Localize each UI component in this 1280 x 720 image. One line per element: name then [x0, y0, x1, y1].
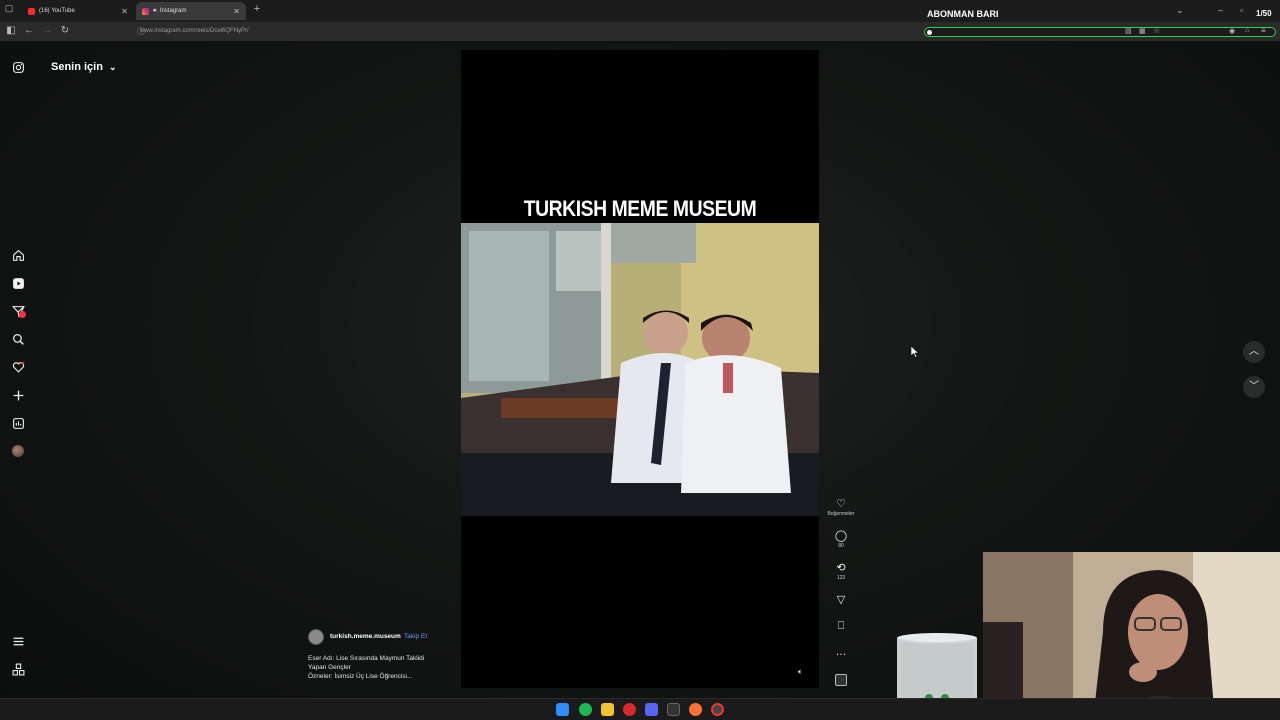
subscriber-bar-title: ABONMAN BARI [927, 9, 999, 19]
repost-button[interactable]: ⟲ 123 [832, 562, 850, 581]
url-field[interactable]: www.instagram.com/reels/Dcel6QFNyPr/ [140, 28, 249, 34]
separator-dot: • [397, 633, 400, 640]
reels-icon[interactable] [11, 277, 25, 291]
author-avatar[interactable] [308, 629, 324, 645]
heart-icon: ♡ [836, 498, 846, 510]
more-menu-icon[interactable] [11, 635, 25, 649]
search-icon[interactable] [11, 333, 25, 347]
messages-icon[interactable] [11, 305, 26, 319]
reader-icon[interactable]: ▤ [1125, 27, 1132, 35]
close-icon[interactable]: ✕ [233, 7, 240, 16]
opera-icon[interactable] [623, 703, 636, 716]
progress-fill [927, 29, 932, 35]
more-options-button[interactable]: … [832, 646, 850, 658]
audio-thumbnail-icon [835, 674, 847, 686]
subscriber-counter: 1/50 [1256, 9, 1272, 18]
restore-icon[interactable]: ▫ [1240, 5, 1243, 15]
feed-title: Senin için [51, 61, 103, 73]
sidebar-toggle-icon[interactable]: ▢ [2, 3, 16, 14]
firefox-icon[interactable] [689, 703, 702, 716]
browser-tab-bar: ▢ (16) YouTube ✕ 🔊︎ Instagram ✕ + ⌄ – ▫ [0, 0, 1280, 22]
instagram-favicon-icon [142, 7, 149, 15]
notifications-heart-icon[interactable] [11, 361, 25, 375]
comment-button[interactable]: ◯ 80 [832, 530, 850, 549]
also-from-meta-icon[interactable] [11, 663, 25, 677]
description-line-3[interactable]: Özneler: İsimsiz Üç Lise Öğrencisi... [308, 672, 458, 681]
likes-label: Beğenmeler [827, 511, 855, 517]
new-tab-icon[interactable]: + [250, 3, 264, 15]
tab-instagram-title: Instagram [159, 8, 187, 14]
shield-icon[interactable]: ⌂ [1245, 27, 1249, 34]
repost-count: 123 [836, 575, 846, 581]
tab-youtube[interactable]: (16) YouTube ✕ [22, 2, 134, 20]
windows-taskbar [0, 698, 1280, 720]
subscriber-progress-bar: ▤ ▦ ☆ ◉ ⌂ ≡ [924, 26, 1276, 37]
notification-badge [19, 311, 26, 318]
feed-selector[interactable]: Senin için ⌄ [51, 61, 117, 73]
chevron-down-icon: ⌄ [109, 62, 117, 72]
speaker-icon[interactable]: 🔊︎ [153, 8, 157, 15]
share-button[interactable]: ▽ [832, 594, 850, 606]
chevron-up-icon: ︿ [1249, 346, 1259, 357]
star-icon[interactable]: ☆ [1153, 26, 1160, 35]
reel-player[interactable]: TURKISH MEME MUSEUM 🔈︎ [461, 50, 819, 688]
account-icon[interactable]: ◉ [1229, 27, 1235, 35]
next-reel-button[interactable]: ﹀ [1243, 376, 1265, 398]
previous-reel-button[interactable]: ︿ [1243, 341, 1265, 363]
start-menu-icon[interactable] [556, 703, 569, 716]
profile-avatar[interactable] [11, 445, 25, 459]
discord-icon[interactable] [645, 703, 658, 716]
save-button[interactable]: ⎕ [832, 620, 850, 632]
spotify-icon[interactable] [579, 703, 592, 716]
reel-overlay-caption: TURKISH MEME MUSEUM [523, 196, 757, 221]
description-line-2: Yapan Gençler [308, 664, 351, 671]
dashboard-icon[interactable] [11, 417, 25, 431]
repost-icon: ⟲ [836, 562, 846, 574]
terminal-icon[interactable] [667, 703, 680, 716]
obs-icon[interactable] [711, 703, 724, 716]
menu-icon[interactable]: ≡ [1261, 26, 1266, 35]
tab-youtube-title: (16) YouTube [39, 8, 75, 14]
audio-button[interactable] [832, 673, 850, 691]
instagram-logo-icon[interactable] [11, 61, 25, 75]
minimize-icon[interactable]: – [1218, 5, 1223, 15]
send-icon: ▽ [836, 594, 846, 606]
ellipsis-icon: … [835, 646, 847, 658]
home-icon[interactable] [11, 249, 25, 263]
mouse-cursor-icon [911, 346, 919, 358]
back-icon[interactable]: ← [22, 25, 36, 36]
file-explorer-icon[interactable] [601, 703, 614, 716]
youtube-icon [28, 7, 35, 15]
create-icon[interactable] [11, 389, 25, 403]
screen: ▢ (16) YouTube ✕ 🔊︎ Instagram ✕ + ⌄ – ▫ … [0, 0, 1280, 720]
author-name[interactable]: turkish.meme.museum [330, 633, 401, 640]
mute-toggle-icon[interactable]: 🔈︎ [798, 667, 803, 677]
reload-icon[interactable]: ↻ [58, 25, 72, 36]
comment-icon: ◯ [834, 530, 848, 542]
description-line-1: Eser Adı: Lise Sırasında Maymun Taklidi [308, 655, 425, 662]
chevron-down-icon: ﹀ [1249, 381, 1259, 392]
forward-icon[interactable]: → [40, 25, 54, 36]
webcam-feed [983, 552, 1280, 720]
reel-video-frame[interactable] [461, 223, 819, 516]
tab-instagram[interactable]: 🔊︎ Instagram ✕ [136, 2, 246, 20]
comment-count: 80 [838, 543, 844, 549]
extensions-icon[interactable]: ▦ [1139, 27, 1146, 35]
bookmark-icon: ⎕ [837, 620, 845, 632]
like-button[interactable]: ♡ Beğenmeler [828, 498, 855, 517]
sidebar-icon[interactable]: ◧ [4, 25, 18, 36]
follow-button[interactable]: Takip Et [404, 633, 427, 640]
chevron-down-icon[interactable]: ⌄ [1176, 5, 1184, 16]
close-icon[interactable]: ✕ [121, 7, 128, 16]
